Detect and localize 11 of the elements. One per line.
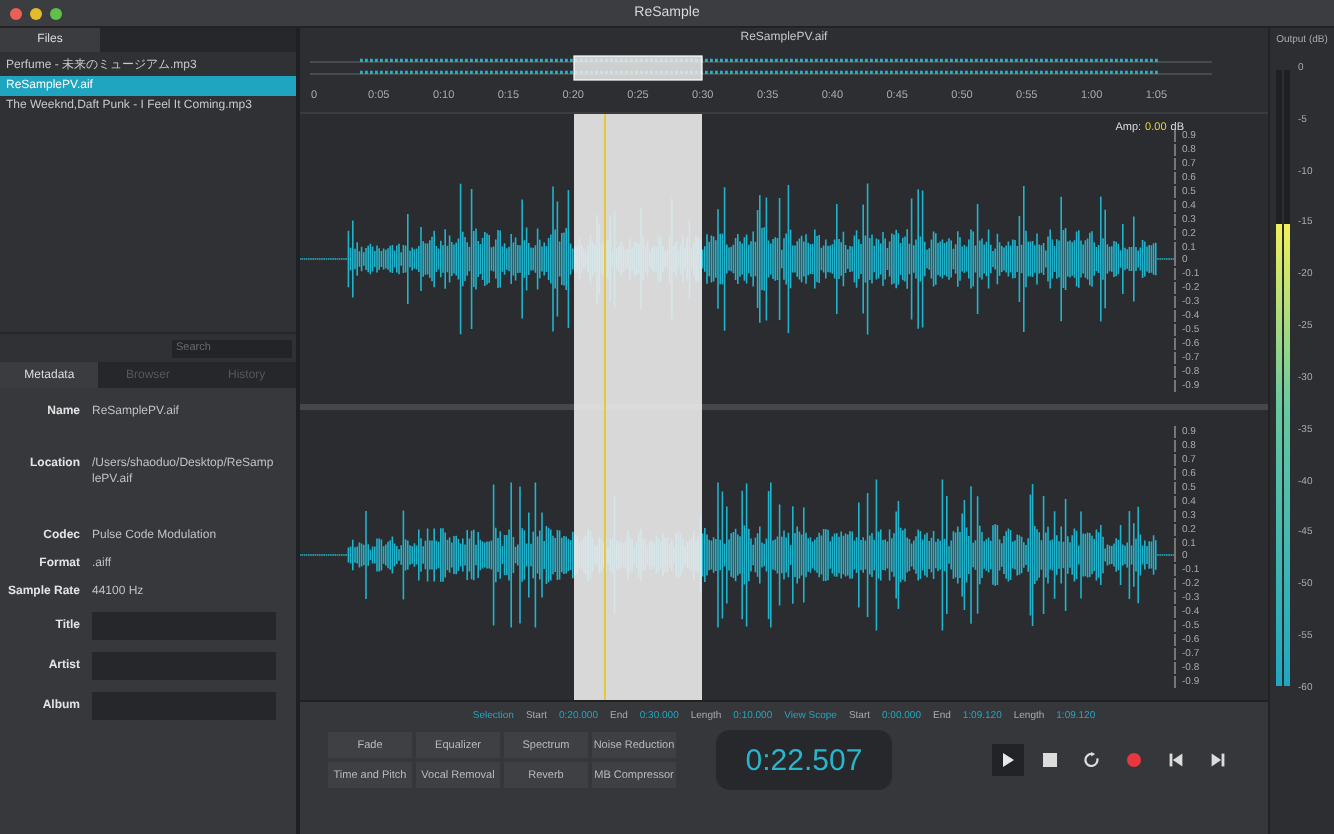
stop-icon — [1042, 752, 1058, 768]
record-icon — [1126, 752, 1142, 768]
time-display: 0:22.507 — [716, 730, 892, 790]
play-button[interactable] — [992, 744, 1024, 776]
play-icon — [1000, 752, 1016, 768]
minimize-button[interactable] — [30, 7, 42, 19]
skip-back-icon — [1168, 752, 1184, 768]
maximize-button[interactable] — [50, 7, 62, 19]
loop-icon — [1084, 752, 1100, 768]
skip-forward-icon — [1210, 752, 1226, 768]
close-button[interactable] — [10, 7, 22, 19]
